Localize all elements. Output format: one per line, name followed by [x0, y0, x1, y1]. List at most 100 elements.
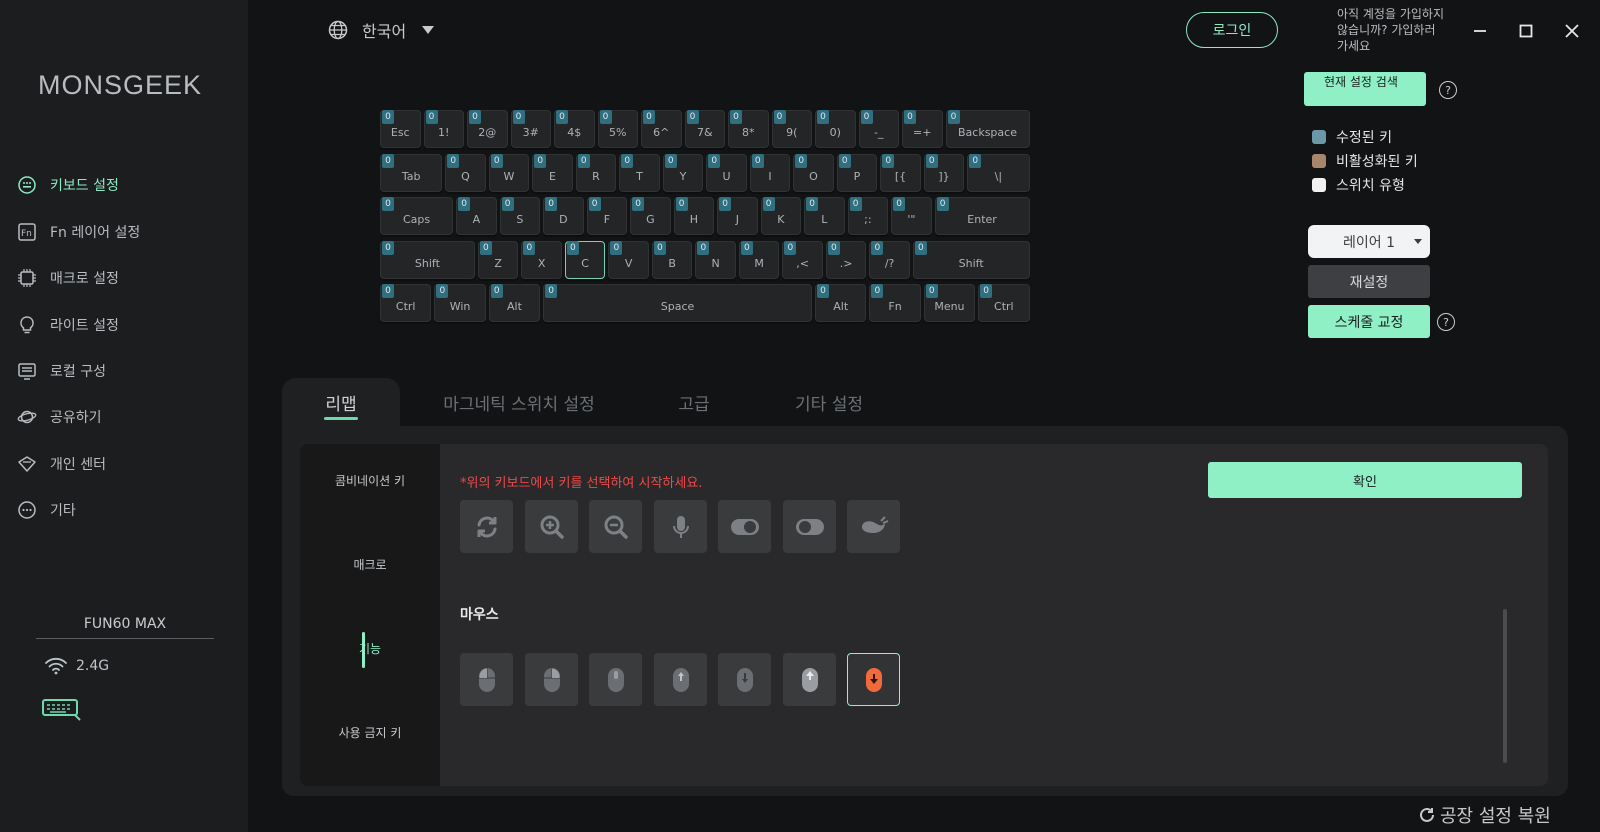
key-2-12[interactable]: 0 Enter: [934, 197, 1030, 235]
key-0-7[interactable]: 0 7&: [684, 110, 725, 148]
key-4-0[interactable]: 0 Ctrl: [380, 284, 432, 322]
key-3-10[interactable]: 0/?: [869, 240, 910, 279]
key-4-7[interactable]: 0 Ctrl: [978, 284, 1030, 322]
mouse-back-icon[interactable]: [847, 653, 900, 706]
key-3-9[interactable]: 0 .>: [825, 240, 867, 279]
refresh-icon[interactable]: [460, 500, 513, 553]
key-0-3[interactable]: 0 3#: [510, 110, 551, 148]
key-3-2[interactable]: 0X: [521, 240, 562, 279]
key-1-0[interactable]: 0 Tab: [380, 153, 443, 192]
key-0-11[interactable]: 0 -_: [858, 110, 899, 148]
key-2-7[interactable]: 0J: [717, 197, 758, 235]
key-1-10[interactable]: 0P: [836, 153, 878, 192]
schedule-calibrate-button[interactable]: 스케줄 교정: [1308, 305, 1430, 338]
tab-advanced[interactable]: 고급: [662, 378, 726, 426]
subnav-macro[interactable]: 매크로: [300, 556, 440, 573]
mouse-scroll-up-icon[interactable]: [654, 653, 707, 706]
key-1-11[interactable]: 0[{: [880, 153, 921, 192]
signup-link[interactable]: 아직 계정을 가입하지 않습니까? 가입하러 가세요: [1337, 6, 1447, 54]
key-1-5[interactable]: 0T: [619, 153, 660, 192]
key-2-6[interactable]: 0H: [673, 197, 715, 235]
subnav-disabled-key[interactable]: 사용 금지 키: [300, 724, 440, 741]
sidebar-item-share[interactable]: 공유하기: [16, 401, 102, 433]
login-button[interactable]: 로그인: [1186, 12, 1278, 48]
key-3-5[interactable]: 0B: [651, 240, 693, 279]
key-2-8[interactable]: 0K: [760, 197, 802, 235]
key-1-9[interactable]: 0O: [793, 153, 834, 192]
key-2-5[interactable]: 0G: [630, 197, 671, 235]
microphone-icon[interactable]: [654, 500, 707, 553]
key-0-5[interactable]: 0 5%: [597, 110, 638, 148]
key-0-10[interactable]: 0 0): [815, 110, 856, 148]
key-3-1[interactable]: 0Z: [477, 240, 519, 279]
help-icon[interactable]: ?: [1439, 81, 1457, 99]
content-scrollbar[interactable]: [1503, 609, 1507, 763]
subnav-combination-key[interactable]: 콤비네이션 키: [300, 472, 440, 489]
key-1-12[interactable]: 0]}: [923, 153, 965, 192]
key-1-8[interactable]: 0I: [749, 153, 791, 192]
toggle-ios-icon[interactable]: [718, 500, 771, 553]
key-2-4[interactable]: 0F: [586, 197, 628, 235]
key-2-2[interactable]: 0S: [499, 197, 541, 235]
key-1-6[interactable]: 0Y: [662, 153, 704, 192]
language-selector[interactable]: 한국어: [328, 18, 435, 42]
tab-magnetic-switch[interactable]: 마그네틱 스위치 설정: [432, 378, 606, 426]
key-3-4[interactable]: 0V: [608, 240, 649, 279]
sidebar-item-fn-layer[interactable]: Fn Fn 레이어 설정: [16, 216, 140, 248]
mouse-right-click-icon[interactable]: [525, 653, 578, 706]
search-current-settings-button[interactable]: 현재 설정 검색: [1304, 72, 1426, 106]
tab-other-settings[interactable]: 기타 설정: [784, 378, 874, 426]
sidebar-item-lighting[interactable]: 라이트 설정: [16, 309, 119, 341]
key-2-0[interactable]: 0 Caps: [380, 197, 454, 235]
confirm-button[interactable]: 확인: [1208, 462, 1522, 498]
mouse-middle-click-icon[interactable]: [589, 653, 642, 706]
zoom-out-icon[interactable]: [589, 500, 642, 553]
key-4-3[interactable]: 0 Space: [543, 284, 812, 322]
key-3-3[interactable]: 0C: [564, 240, 606, 279]
key-1-4[interactable]: 0R: [575, 153, 617, 192]
factory-reset-button[interactable]: 공장 설정 복원: [1418, 802, 1551, 828]
maximize-icon[interactable]: [1515, 20, 1537, 42]
key-4-2[interactable]: 0 Alt: [488, 284, 541, 322]
sidebar-item-other[interactable]: 기타: [16, 494, 76, 526]
key-2-9[interactable]: 0L: [804, 197, 845, 235]
whale-icon[interactable]: [847, 500, 900, 553]
minimize-icon[interactable]: [1469, 20, 1491, 42]
key-0-12[interactable]: 0 =+: [902, 110, 943, 148]
key-0-9[interactable]: 0 9(: [771, 110, 812, 148]
mouse-scroll-down-icon[interactable]: [718, 653, 771, 706]
key-4-1[interactable]: 0 Win: [434, 284, 486, 322]
reset-button[interactable]: 재설정: [1308, 265, 1430, 298]
key-0-1[interactable]: 0 1!: [423, 110, 464, 148]
zoom-in-icon[interactable]: [525, 500, 578, 553]
key-4-5[interactable]: 0 Fn: [869, 284, 921, 322]
sidebar-item-macro[interactable]: 매크로 설정: [16, 262, 119, 294]
key-3-11[interactable]: 0 Shift: [912, 240, 1030, 279]
key-2-11[interactable]: 0 '": [891, 197, 932, 235]
key-1-1[interactable]: 0Q: [445, 153, 486, 192]
help-icon[interactable]: ?: [1437, 313, 1455, 331]
key-4-4[interactable]: 0 Alt: [815, 284, 867, 322]
key-3-6[interactable]: 0N: [695, 240, 736, 279]
key-0-6[interactable]: 0 6^: [641, 110, 682, 148]
key-1-7[interactable]: 0U: [706, 153, 747, 192]
sidebar-item-keyboard-settings[interactable]: 키보드 설정: [16, 169, 119, 201]
key-0-8[interactable]: 0 8*: [728, 110, 769, 148]
tab-remap[interactable]: 리맵: [282, 378, 400, 426]
key-0-2[interactable]: 0 2@: [467, 110, 508, 148]
key-3-7[interactable]: 0M: [738, 240, 780, 279]
key-3-8[interactable]: 0 ,<: [782, 240, 823, 279]
sidebar-item-personal-center[interactable]: 개인 센터: [16, 448, 106, 480]
sidebar-item-local-config[interactable]: 로컬 구성: [16, 355, 106, 387]
layer-select[interactable]: 레이어 1: [1308, 225, 1430, 258]
key-4-6[interactable]: 0 Menu: [923, 284, 976, 322]
key-1-2[interactable]: 0W: [488, 153, 530, 192]
key-2-10[interactable]: 0;:: [847, 197, 889, 235]
mouse-left-click-icon[interactable]: [460, 653, 513, 706]
close-icon[interactable]: [1561, 20, 1583, 42]
key-0-0[interactable]: 0 Esc: [380, 110, 421, 148]
key-2-1[interactable]: 0A: [456, 197, 497, 235]
subnav-function[interactable]: 기능: [300, 632, 440, 668]
key-0-13[interactable]: 0 Backspace: [945, 110, 1030, 148]
toggle-ime-icon[interactable]: [783, 500, 836, 553]
